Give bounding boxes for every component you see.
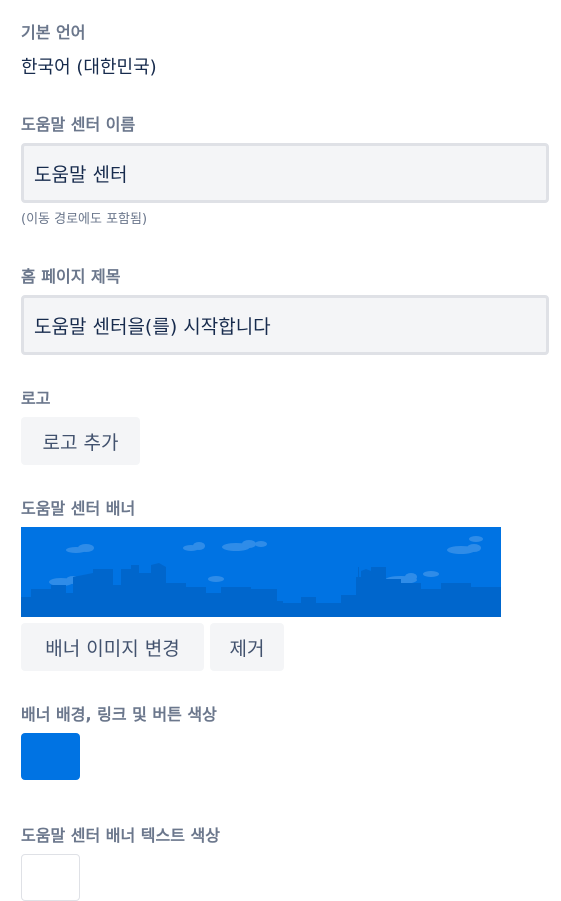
help-center-name-value: 도움말 센터 [34,163,128,186]
change-banner-image-button[interactable]: 배너 이미지 변경 [21,623,204,671]
default-language-value: 한국어 (대한민국) [21,57,157,78]
banner-color-label: 배너 배경, 링크 및 버튼 색상 [21,705,217,724]
logo-label: 로고 [21,389,51,408]
add-logo-button[interactable]: 로고 추가 [21,417,140,465]
default-language-label: 기본 언어 [21,23,86,42]
home-page-title-label: 홈 페이지 제목 [21,267,121,286]
help-center-name-input[interactable]: 도움말 센터 [21,143,549,203]
home-page-title-input[interactable]: 도움말 센터을(를) 시작합니다 [21,295,549,355]
remove-banner-button[interactable]: 제거 [210,623,284,671]
home-page-title-value: 도움말 센터을(를) 시작합니다 [34,315,271,338]
help-center-name-hint: (이동 경로에도 포함됨) [21,212,148,227]
city-skyline-banner-icon [21,527,501,617]
banner-color-swatch[interactable] [21,733,80,780]
banner-text-color-label: 도움말 센터 배너 텍스트 색상 [21,826,220,845]
banner-label: 도움말 센터 배너 [21,499,136,518]
banner-text-color-swatch[interactable] [21,854,80,901]
banner-image [21,527,501,617]
help-center-name-label: 도움말 센터 이름 [21,115,136,134]
